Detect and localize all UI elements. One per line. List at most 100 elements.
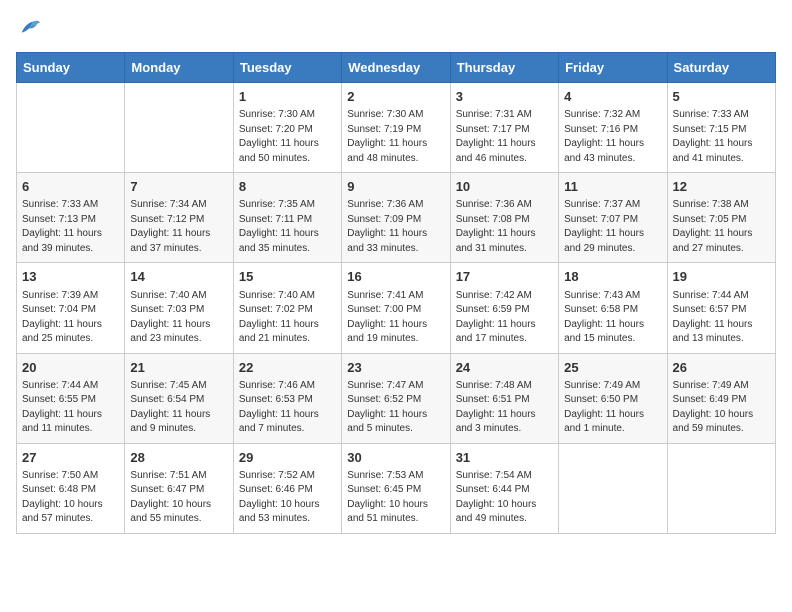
main-container: SundayMondayTuesdayWednesdayThursdayFrid…	[0, 0, 792, 542]
day-number: 14	[130, 268, 227, 286]
day-number: 4	[564, 88, 661, 106]
day-info: Sunrise: 7:41 AM Sunset: 7:00 PM Dayligh…	[347, 289, 444, 347]
day-info: Sunrise: 7:51 AM Sunset: 6:47 PM Dayligh…	[130, 469, 227, 527]
calendar-week-row: 13 Sunrise: 7:39 AM Sunset: 7:04 PM Dayli…	[17, 263, 776, 353]
day-number: 29	[239, 449, 336, 467]
weekday-header-friday: Friday	[559, 53, 667, 83]
day-number: 27	[22, 449, 119, 467]
weekday-header-row: SundayMondayTuesdayWednesdayThursdayFrid…	[17, 53, 776, 83]
day-info: Sunrise: 7:42 AM Sunset: 6:59 PM Dayligh…	[456, 289, 553, 347]
calendar-header: SundayMondayTuesdayWednesdayThursdayFrid…	[17, 53, 776, 83]
day-number: 5	[673, 88, 770, 106]
day-number: 20	[22, 359, 119, 377]
day-info: Sunrise: 7:32 AM Sunset: 7:16 PM Dayligh…	[564, 108, 661, 166]
weekday-header-sunday: Sunday	[17, 53, 125, 83]
calendar-cell: 26 Sunrise: 7:49 AM Sunset: 6:49 PM Dayli…	[667, 353, 775, 443]
day-number: 24	[456, 359, 553, 377]
day-info: Sunrise: 7:33 AM Sunset: 7:15 PM Dayligh…	[673, 108, 770, 166]
day-number: 17	[456, 268, 553, 286]
day-info: Sunrise: 7:43 AM Sunset: 6:58 PM Dayligh…	[564, 289, 661, 347]
logo-bird-icon	[18, 18, 40, 40]
day-info: Sunrise: 7:36 AM Sunset: 7:08 PM Dayligh…	[456, 198, 553, 256]
day-info: Sunrise: 7:40 AM Sunset: 7:02 PM Dayligh…	[239, 289, 336, 347]
day-info: Sunrise: 7:53 AM Sunset: 6:45 PM Dayligh…	[347, 469, 444, 527]
day-number: 25	[564, 359, 661, 377]
day-number: 12	[673, 178, 770, 196]
calendar-cell: 22 Sunrise: 7:46 AM Sunset: 6:53 PM Dayli…	[233, 353, 341, 443]
day-info: Sunrise: 7:37 AM Sunset: 7:07 PM Dayligh…	[564, 198, 661, 256]
day-info: Sunrise: 7:44 AM Sunset: 6:57 PM Dayligh…	[673, 289, 770, 347]
weekday-header-saturday: Saturday	[667, 53, 775, 83]
day-info: Sunrise: 7:54 AM Sunset: 6:44 PM Dayligh…	[456, 469, 553, 527]
calendar-cell: 23Sunrise: 7:47 AM Sunset: 6:52 PM Dayli…	[342, 353, 450, 443]
day-info: Sunrise: 7:46 AM Sunset: 6:53 PM Dayligh…	[239, 379, 336, 437]
calendar-cell: 27 Sunrise: 7:50 AM Sunset: 6:48 PM Dayli…	[17, 443, 125, 533]
calendar-cell: 17 Sunrise: 7:42 AM Sunset: 6:59 PM Dayli…	[450, 263, 558, 353]
day-info: Sunrise: 7:35 AM Sunset: 7:11 PM Dayligh…	[239, 198, 336, 256]
day-number: 13	[22, 268, 119, 286]
calendar-week-row: 1Sunrise: 7:30 AM Sunset: 7:20 PM Daylig…	[17, 83, 776, 173]
calendar-cell	[559, 443, 667, 533]
calendar-cell: 29Sunrise: 7:52 AM Sunset: 6:46 PM Dayli…	[233, 443, 341, 533]
day-info: Sunrise: 7:39 AM Sunset: 7:04 PM Dayligh…	[22, 289, 119, 347]
calendar-cell: 25 Sunrise: 7:49 AM Sunset: 6:50 PM Dayli…	[559, 353, 667, 443]
day-number: 8	[239, 178, 336, 196]
day-number: 19	[673, 268, 770, 286]
day-number: 15	[239, 268, 336, 286]
calendar-cell: 18 Sunrise: 7:43 AM Sunset: 6:58 PM Dayli…	[559, 263, 667, 353]
day-number: 11	[564, 178, 661, 196]
day-info: Sunrise: 7:50 AM Sunset: 6:48 PM Dayligh…	[22, 469, 119, 527]
calendar-cell: 19 Sunrise: 7:44 AM Sunset: 6:57 PM Dayli…	[667, 263, 775, 353]
day-info: Sunrise: 7:45 AM Sunset: 6:54 PM Dayligh…	[130, 379, 227, 437]
day-number: 30	[347, 449, 444, 467]
calendar-cell: 24 Sunrise: 7:48 AM Sunset: 6:51 PM Dayli…	[450, 353, 558, 443]
calendar-body: 1Sunrise: 7:30 AM Sunset: 7:20 PM Daylig…	[17, 83, 776, 534]
day-number: 16	[347, 268, 444, 286]
calendar-cell: 4 Sunrise: 7:32 AM Sunset: 7:16 PM Daylig…	[559, 83, 667, 173]
calendar-cell: 31 Sunrise: 7:54 AM Sunset: 6:44 PM Dayli…	[450, 443, 558, 533]
calendar-cell: 6Sunrise: 7:33 AM Sunset: 7:13 PM Daylig…	[17, 173, 125, 263]
day-info: Sunrise: 7:47 AM Sunset: 6:52 PM Dayligh…	[347, 379, 444, 437]
day-number: 7	[130, 178, 227, 196]
calendar-cell: 10 Sunrise: 7:36 AM Sunset: 7:08 PM Dayli…	[450, 173, 558, 263]
day-number: 28	[130, 449, 227, 467]
weekday-header-wednesday: Wednesday	[342, 53, 450, 83]
calendar-cell: 15 Sunrise: 7:40 AM Sunset: 7:02 PM Dayli…	[233, 263, 341, 353]
calendar-week-row: 6Sunrise: 7:33 AM Sunset: 7:13 PM Daylig…	[17, 173, 776, 263]
day-number: 10	[456, 178, 553, 196]
day-number: 6	[22, 178, 119, 196]
calendar-cell: 7 Sunrise: 7:34 AM Sunset: 7:12 PM Daylig…	[125, 173, 233, 263]
day-number: 31	[456, 449, 553, 467]
header	[16, 16, 776, 40]
day-info: Sunrise: 7:49 AM Sunset: 6:50 PM Dayligh…	[564, 379, 661, 437]
day-number: 3	[456, 88, 553, 106]
calendar-week-row: 20Sunrise: 7:44 AM Sunset: 6:55 PM Dayli…	[17, 353, 776, 443]
day-number: 26	[673, 359, 770, 377]
calendar-cell: 8 Sunrise: 7:35 AM Sunset: 7:11 PM Daylig…	[233, 173, 341, 263]
calendar-cell: 13 Sunrise: 7:39 AM Sunset: 7:04 PM Dayli…	[17, 263, 125, 353]
calendar-cell: 16 Sunrise: 7:41 AM Sunset: 7:00 PM Dayli…	[342, 263, 450, 353]
day-number: 21	[130, 359, 227, 377]
calendar-cell	[667, 443, 775, 533]
day-number: 22	[239, 359, 336, 377]
calendar-cell: 12 Sunrise: 7:38 AM Sunset: 7:05 PM Dayli…	[667, 173, 775, 263]
calendar-cell: 21 Sunrise: 7:45 AM Sunset: 6:54 PM Dayli…	[125, 353, 233, 443]
calendar-cell: 20Sunrise: 7:44 AM Sunset: 6:55 PM Dayli…	[17, 353, 125, 443]
day-number: 18	[564, 268, 661, 286]
calendar-cell: 28 Sunrise: 7:51 AM Sunset: 6:47 PM Dayli…	[125, 443, 233, 533]
calendar-table: SundayMondayTuesdayWednesdayThursdayFrid…	[16, 52, 776, 534]
calendar-cell: 3Sunrise: 7:31 AM Sunset: 7:17 PM Daylig…	[450, 83, 558, 173]
logo	[16, 16, 40, 40]
calendar-cell: 2Sunrise: 7:30 AM Sunset: 7:19 PM Daylig…	[342, 83, 450, 173]
day-info: Sunrise: 7:36 AM Sunset: 7:09 PM Dayligh…	[347, 198, 444, 256]
day-number: 9	[347, 178, 444, 196]
day-info: Sunrise: 7:34 AM Sunset: 7:12 PM Dayligh…	[130, 198, 227, 256]
day-info: Sunrise: 7:48 AM Sunset: 6:51 PM Dayligh…	[456, 379, 553, 437]
calendar-cell: 11 Sunrise: 7:37 AM Sunset: 7:07 PM Dayli…	[559, 173, 667, 263]
day-info: Sunrise: 7:49 AM Sunset: 6:49 PM Dayligh…	[673, 379, 770, 437]
calendar-cell	[17, 83, 125, 173]
day-info: Sunrise: 7:30 AM Sunset: 7:20 PM Dayligh…	[239, 108, 336, 166]
calendar-cell: 9 Sunrise: 7:36 AM Sunset: 7:09 PM Daylig…	[342, 173, 450, 263]
day-info: Sunrise: 7:38 AM Sunset: 7:05 PM Dayligh…	[673, 198, 770, 256]
day-info: Sunrise: 7:40 AM Sunset: 7:03 PM Dayligh…	[130, 289, 227, 347]
